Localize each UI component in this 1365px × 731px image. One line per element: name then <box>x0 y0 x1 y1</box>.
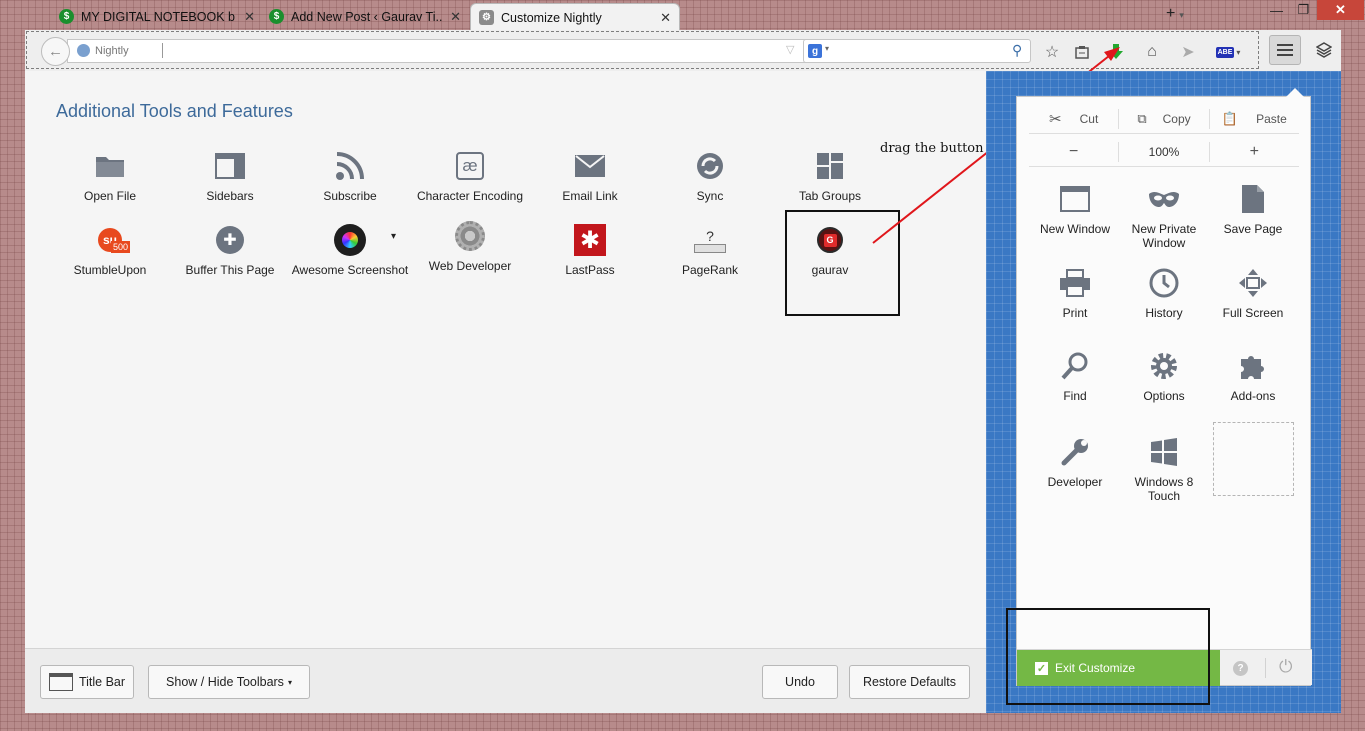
panel-arrow <box>1286 88 1304 97</box>
copy-label: Copy <box>1162 111 1191 126</box>
new-window-button[interactable]: New Window <box>1030 182 1120 236</box>
window-icon <box>1058 182 1092 216</box>
new-private-window-button[interactable]: New Private Window <box>1119 182 1209 250</box>
history-button[interactable]: History <box>1119 266 1209 320</box>
save-page-button[interactable]: Save Page <box>1208 182 1298 236</box>
item-label: History <box>1145 306 1183 320</box>
printer-icon <box>1058 266 1092 300</box>
customize-footer: Title Bar Show / Hide Toolbars ▾ Undo Re… <box>25 648 986 713</box>
gear-icon <box>1147 349 1181 383</box>
windows-icon <box>1147 435 1181 469</box>
paste-button[interactable]: 📋 Paste <box>1208 108 1299 129</box>
title-bar-label: Title Bar <box>78 675 126 689</box>
scissors-icon: ✂ <box>1049 110 1062 128</box>
full-screen-button[interactable]: Full Screen <box>1208 266 1298 320</box>
back-button[interactable]: ← <box>41 37 70 66</box>
item-label: Developer <box>1047 475 1103 489</box>
show-hide-label: Show / Hide Toolbars <box>166 675 284 689</box>
zoom-controls: − 100% + <box>1029 137 1299 167</box>
restore-defaults-button[interactable]: Restore Defaults <box>849 665 970 699</box>
undo-button[interactable]: Undo <box>762 665 838 699</box>
item-label: Find <box>1063 389 1087 403</box>
item-label: Full Screen <box>1222 306 1284 320</box>
item-label: New Private Window <box>1131 222 1197 250</box>
title-bar-button[interactable]: Title Bar <box>40 665 134 699</box>
item-label: Print <box>1062 306 1088 320</box>
add-ons-button[interactable]: Add-ons <box>1208 349 1298 403</box>
power-icon[interactable]: ⏻ <box>1279 657 1292 677</box>
empty-placeholder-slot[interactable] <box>1213 422 1294 496</box>
wrench-icon <box>1058 435 1092 469</box>
page-icon <box>1236 182 1270 216</box>
find-button[interactable]: Find <box>1030 349 1120 403</box>
item-label: Options <box>1143 389 1185 403</box>
divider <box>1265 658 1266 678</box>
windows-8-touch-button[interactable]: Windows 8 Touch <box>1119 435 1209 503</box>
zoom-out-button[interactable]: − <box>1029 142 1118 162</box>
clipboard-icon: 📋 <box>1221 110 1239 126</box>
back-arrow-icon: ← <box>48 43 63 60</box>
chevron-down-icon: ▾ <box>287 677 292 687</box>
title-bar-icon <box>48 673 73 691</box>
developer-button[interactable]: Developer <box>1030 435 1120 489</box>
puzzle-icon <box>1236 349 1270 383</box>
item-label: Windows 8 Touch <box>1134 475 1194 503</box>
zoom-reset-button[interactable]: 100% <box>1118 141 1208 162</box>
magnifier-icon <box>1058 349 1092 383</box>
paste-label: Paste <box>1256 111 1287 126</box>
highlight-box-exit <box>1006 608 1210 705</box>
copy-icon: ⧉ <box>1137 110 1147 126</box>
edit-controls: ✂ Cut ⧉ Copy 📋 Paste <box>1029 104 1299 134</box>
copy-button[interactable]: ⧉ Copy <box>1118 108 1208 129</box>
fullscreen-icon <box>1236 266 1270 300</box>
menu-panel: ✂ Cut ⧉ Copy 📋 Paste − 100% + New Window Ne… <box>1016 88 1312 686</box>
cut-label: Cut <box>1079 111 1099 126</box>
cut-button[interactable]: ✂ Cut <box>1029 109 1118 129</box>
options-button[interactable]: Options <box>1119 349 1209 403</box>
item-label: Add-ons <box>1230 389 1276 403</box>
show-hide-toolbars-button[interactable]: Show / Hide Toolbars ▾ <box>148 665 310 699</box>
item-label: New Window <box>1039 222 1111 236</box>
item-label: Save Page <box>1223 222 1283 236</box>
print-button[interactable]: Print <box>1030 266 1120 320</box>
mask-icon <box>1147 182 1181 216</box>
zoom-in-button[interactable]: + <box>1208 141 1299 162</box>
clock-icon <box>1147 266 1181 300</box>
help-icon[interactable]: ? <box>1233 661 1248 676</box>
